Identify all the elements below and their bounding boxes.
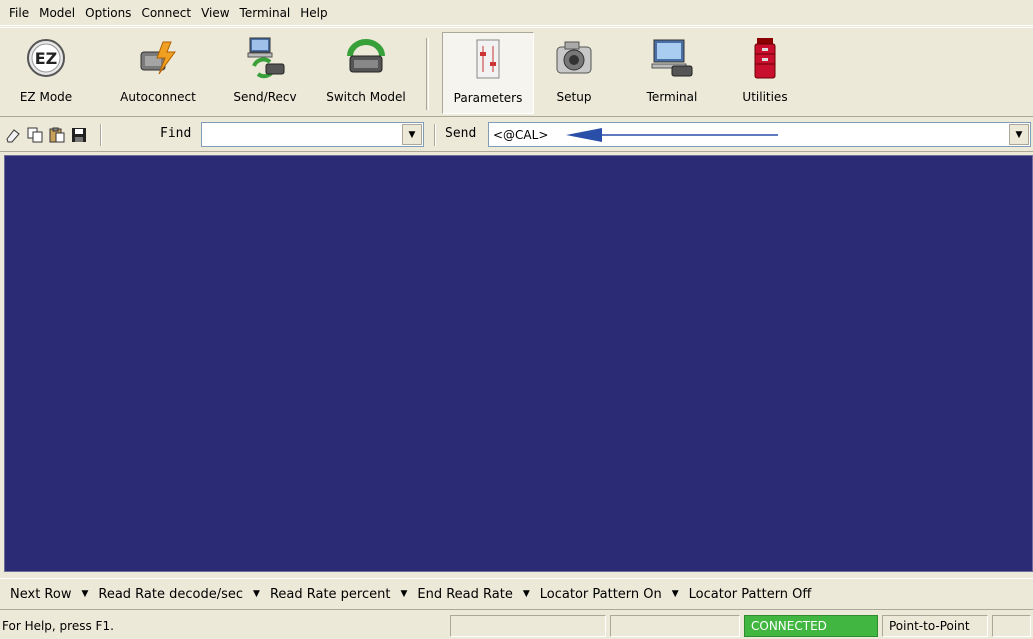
menu-view[interactable]: View — [196, 6, 234, 20]
parameters-switch-icon — [465, 33, 511, 85]
setup-button[interactable]: Setup — [540, 32, 608, 114]
status-bar: For Help, press F1. CONNECTED Point-to-P… — [0, 612, 1033, 639]
menu-help[interactable]: Help — [295, 6, 332, 20]
switch-model-button[interactable]: Switch Model — [314, 32, 418, 114]
macro-read-rate-decode[interactable]: Read Rate decode/sec ▼ — [98, 587, 270, 602]
toolbox-icon — [742, 32, 788, 84]
find-combo[interactable]: ▼ — [201, 122, 424, 147]
switch-model-label: Switch Model — [326, 90, 406, 104]
macro-end-read-rate[interactable]: End Read Rate ▼ — [417, 587, 539, 602]
annotation-arrow-icon — [566, 128, 778, 142]
menu-terminal[interactable]: Terminal — [235, 6, 296, 20]
setup-label: Setup — [556, 90, 592, 104]
macro-dropdown-arrow-icon[interactable]: ▼ — [672, 589, 679, 599]
connector-lightning-icon — [135, 32, 181, 84]
macro-dropdown-arrow-icon[interactable]: ▼ — [523, 589, 530, 599]
computer-exchange-icon — [242, 32, 288, 84]
send-label: Send — [445, 126, 477, 141]
send-recv-button[interactable]: Send/Recv — [218, 32, 312, 114]
terminal-label: Terminal — [646, 90, 698, 104]
macro-locator-on[interactable]: Locator Pattern On ▼ — [540, 587, 689, 602]
find-label: Find — [160, 126, 192, 141]
macro-read-rate-percent[interactable]: Read Rate percent ▼ — [270, 587, 417, 602]
copy-icon[interactable] — [26, 126, 44, 144]
eraser-icon[interactable] — [4, 126, 22, 144]
findbar-separator — [100, 124, 102, 146]
terminal-output-area[interactable] — [4, 155, 1033, 572]
autoconnect-button[interactable]: Autoconnect — [108, 32, 208, 114]
terminal-button[interactable]: Terminal — [630, 32, 714, 114]
save-icon[interactable] — [70, 126, 88, 144]
parameters-label: Parameters — [453, 91, 523, 105]
menu-model[interactable]: Model — [34, 6, 80, 20]
macro-next-row[interactable]: Next Row ▼ — [10, 587, 98, 602]
menu-bar: File Model Options Connect View Terminal… — [0, 0, 1033, 26]
macro-dropdown-arrow-icon[interactable]: ▼ — [400, 589, 407, 599]
findbar-separator-2 — [434, 124, 436, 146]
status-pane-empty-2 — [610, 615, 740, 637]
send-value: <@CAL> — [493, 128, 549, 142]
ez-logo-icon: EZ — [23, 32, 69, 84]
toolbar-separator — [426, 38, 429, 110]
send-dropdown-chevron-down-icon[interactable]: ▼ — [1009, 124, 1029, 145]
send-recv-label: Send/Recv — [233, 90, 297, 104]
parameters-button[interactable]: Parameters — [442, 32, 534, 114]
utilities-label: Utilities — [742, 90, 788, 104]
menu-file[interactable]: File — [4, 6, 34, 20]
utilities-button[interactable]: Utilities — [728, 32, 802, 114]
menu-options[interactable]: Options — [80, 6, 136, 20]
ez-mode-button[interactable]: EZ EZ Mode — [12, 32, 80, 114]
macro-dropdown-arrow-icon[interactable]: ▼ — [253, 589, 260, 599]
status-pane-empty-1 — [450, 615, 606, 637]
device-cycle-icon — [343, 32, 389, 84]
camera-icon — [551, 32, 597, 84]
find-send-bar: Find ▼ Send <@CAL> ▼ — [0, 118, 1033, 152]
ez-mode-label: EZ Mode — [19, 90, 73, 104]
autoconnect-label: Autoconnect — [120, 90, 196, 104]
main-toolbar: EZ EZ Mode Autoconnect Send/Recv Switch … — [0, 27, 1033, 117]
macro-dropdown-arrow-icon[interactable]: ▼ — [81, 589, 88, 599]
status-pane-grip — [992, 615, 1031, 637]
status-mode: Point-to-Point — [882, 615, 988, 637]
paste-icon[interactable] — [48, 126, 66, 144]
macro-bar: Next Row ▼ Read Rate decode/sec ▼ Read Rat… — [0, 578, 1033, 610]
find-dropdown-chevron-down-icon[interactable]: ▼ — [402, 124, 422, 145]
status-connected: CONNECTED — [744, 615, 878, 637]
svg-text:EZ: EZ — [35, 49, 58, 68]
macro-locator-off[interactable]: Locator Pattern Off — [689, 587, 812, 602]
monitor-icon — [649, 32, 695, 84]
status-help-text: For Help, press F1. — [2, 619, 114, 633]
menu-connect[interactable]: Connect — [136, 6, 196, 20]
